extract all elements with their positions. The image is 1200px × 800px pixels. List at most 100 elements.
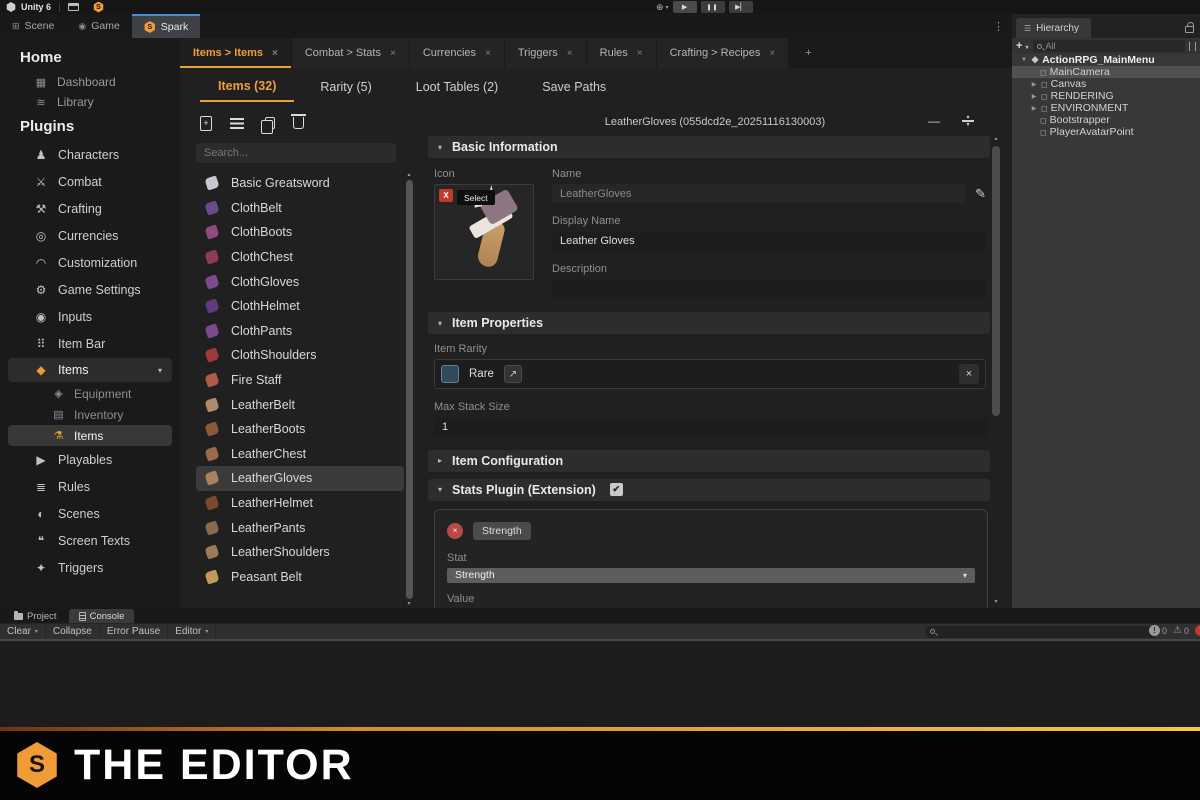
list-item[interactable]: LeatherPants [196, 515, 404, 540]
search-input[interactable] [196, 143, 396, 163]
close-icon[interactable]: × [637, 48, 643, 59]
sidebar-item-inputs[interactable]: ◉Inputs [0, 303, 180, 330]
close-icon[interactable]: × [485, 48, 491, 59]
editor-dropdown[interactable]: Editor▾ [168, 624, 216, 639]
max-stack-field[interactable] [434, 418, 988, 437]
doc-tab-crafting-recipes[interactable]: Crafting > Recipes× [657, 38, 790, 68]
delete-stat-icon[interactable]: × [447, 523, 463, 539]
detail-scrollbar[interactable]: ▴ ▾ [990, 134, 1002, 608]
section-item-properties[interactable]: ▾Item Properties [428, 312, 990, 334]
tab-console[interactable]: Console [69, 609, 135, 623]
play-button[interactable]: ▶ [673, 1, 697, 13]
close-icon[interactable]: × [769, 48, 775, 59]
remove-icon-button[interactable]: X [439, 189, 453, 202]
scroll-thumb[interactable] [992, 146, 1000, 416]
sidebar-item-game-settings[interactable]: ⚙Game Settings [0, 276, 180, 303]
tab-spark[interactable]: SSpark [132, 14, 200, 38]
tab-rarity[interactable]: Rarity (5) [302, 71, 389, 101]
list-item[interactable]: Basic Greatsword [196, 171, 404, 196]
sidebar-item-rules[interactable]: ≣Rules [0, 473, 180, 500]
hierarchy-node-maincamera[interactable]: ◻MainCamera [1012, 66, 1200, 78]
expander-icon[interactable]: ▼ [1020, 57, 1028, 63]
sidebar-item-combat[interactable]: ⚔Combat [0, 168, 180, 195]
open-external-icon[interactable]: ↗ [504, 365, 522, 383]
tab-items-32[interactable]: Items (32) [200, 70, 294, 102]
sidebar-item-currencies[interactable]: ◎Currencies [0, 222, 180, 249]
list-item-selected[interactable]: LeatherGloves [196, 466, 404, 491]
warning-count[interactable]: ⚠0 [1173, 625, 1189, 636]
hierarchy-node-rendering[interactable]: ▶◻RENDERING [1012, 90, 1200, 102]
spark-logo-icon[interactable]: S [93, 2, 104, 13]
step-button[interactable]: ▶▏ [729, 1, 753, 13]
list-item[interactable]: LeatherChest [196, 442, 404, 467]
sidebar-item-screen-texts[interactable]: ❝Screen Texts [0, 527, 180, 554]
sidebar-item-dashboard[interactable]: ▦Dashboard [0, 72, 180, 92]
display-name-field[interactable] [552, 232, 986, 251]
tab-save-paths[interactable]: Save Paths [524, 71, 624, 101]
doc-tab-currencies[interactable]: Currencies× [410, 38, 505, 68]
tab-game[interactable]: ◉Game [66, 14, 131, 38]
sidebar-item-library[interactable]: ≋Library [0, 92, 180, 112]
list-view-icon[interactable] [230, 118, 244, 129]
hierarchy-root[interactable]: ▼❖ActionRPG_MainMenu [1012, 54, 1200, 66]
scroll-thumb[interactable] [406, 180, 413, 599]
filter-icon[interactable] [1189, 42, 1196, 51]
expander-icon[interactable]: ▶ [1030, 105, 1038, 112]
scroll-up-icon[interactable]: ▴ [994, 136, 997, 143]
item-icon-preview[interactable]: X Select [434, 184, 534, 280]
sidebar-item-equipment[interactable]: ◈Equipment [0, 383, 180, 404]
console-search-input[interactable] [925, 626, 1157, 638]
close-icon[interactable]: × [272, 48, 278, 59]
collab-icon[interactable]: ⊕▾ [656, 2, 669, 13]
sidebar-item-crafting[interactable]: ⚒Crafting [0, 195, 180, 222]
sidebar-item-triggers[interactable]: ✦Triggers [0, 554, 180, 581]
hierarchy-search-input[interactable]: All [1033, 40, 1185, 52]
hierarchy-node-playeravatarpoint[interactable]: ◻PlayerAvatarPoint [1012, 126, 1200, 138]
stat-dropdown[interactable]: Strength ▾ [447, 568, 975, 583]
add-item-icon[interactable]: + [200, 116, 212, 131]
minimize-button[interactable]: — [928, 114, 940, 128]
console-log-area[interactable] [0, 639, 1200, 727]
list-item[interactable]: ClothBelt [196, 196, 404, 221]
hierarchy-node-canvas[interactable]: ▶◻Canvas [1012, 78, 1200, 90]
doc-tab-triggers[interactable]: Triggers× [505, 38, 587, 68]
sidebar-item-inventory[interactable]: ▤Inventory [0, 404, 180, 425]
tab-project[interactable]: Project [4, 609, 67, 623]
close-icon[interactable]: × [567, 48, 573, 59]
sidebar-item-playables[interactable]: ▶Playables [0, 446, 180, 473]
stat-chip[interactable]: Strength [473, 522, 531, 540]
scroll-up-icon[interactable]: ▴ [407, 172, 410, 178]
resize-handle[interactable]: ▴▾ [962, 115, 974, 128]
list-item[interactable]: LeatherBelt [196, 392, 404, 417]
sidebar-item-items-child[interactable]: ⚗Items [8, 425, 172, 446]
lock-icon[interactable] [1185, 26, 1194, 33]
tab-loot-tables[interactable]: Loot Tables (2) [398, 71, 516, 101]
description-field[interactable] [552, 279, 986, 298]
new-tab-button[interactable]: + [789, 38, 828, 68]
error-pause-button[interactable]: Error Pause [100, 624, 168, 639]
hierarchy-node-bootstrapper[interactable]: ◻Bootstrapper [1012, 114, 1200, 126]
section-basic-information[interactable]: ▾Basic Information [428, 136, 990, 158]
rarity-row[interactable]: Rare ↗ × [434, 359, 986, 389]
list-item[interactable]: LeatherBoots [196, 417, 404, 442]
list-item[interactable]: ClothHelmet [196, 294, 404, 319]
clear-rarity-button[interactable]: × [959, 364, 979, 384]
collapse-button[interactable]: Collapse [46, 624, 100, 639]
sidebar-item-characters[interactable]: ♟Characters [0, 141, 180, 168]
expander-icon[interactable]: ▶ [1030, 93, 1038, 100]
error-count[interactable]: ! [1195, 625, 1200, 636]
clear-button[interactable]: Clear▾ [0, 624, 46, 639]
section-item-configuration[interactable]: ▸Item Configuration [428, 450, 990, 472]
list-item[interactable]: LeatherHelmet [196, 491, 404, 516]
scroll-down-icon[interactable]: ▾ [407, 601, 410, 607]
scroll-down-icon[interactable]: ▾ [994, 599, 997, 606]
sidebar-item-scenes[interactable]: ◐Scenes [0, 500, 180, 527]
panel-menu-icon[interactable]: ⋮ [993, 20, 1004, 33]
tab-scene[interactable]: ⊞Scene [0, 14, 66, 38]
section-stats-plugin[interactable]: ▾Stats Plugin (Extension)✔ [428, 479, 990, 501]
tab-hierarchy[interactable]: ☰Hierarchy [1016, 18, 1091, 38]
list-item[interactable]: LeatherShoulders [196, 540, 404, 565]
hierarchy-node-environment[interactable]: ▶◻ENVIRONMENT [1012, 102, 1200, 114]
select-icon-button[interactable]: Select [457, 190, 495, 205]
sidebar-item-items[interactable]: ◆Items▾ [8, 358, 172, 382]
